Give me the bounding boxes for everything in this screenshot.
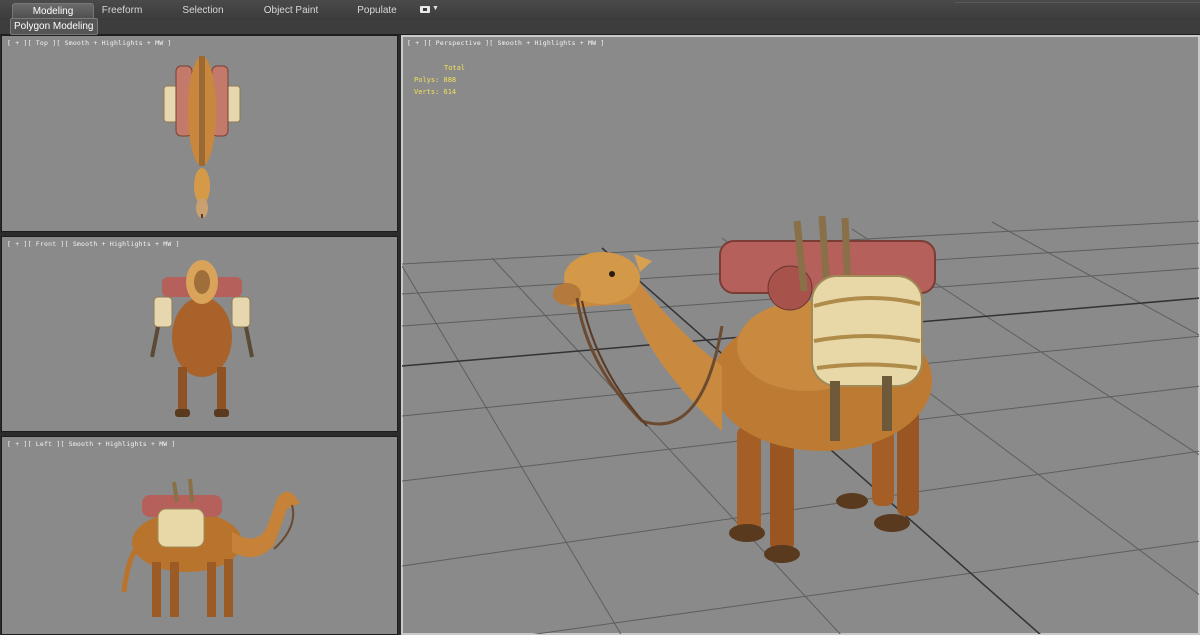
ribbon-divider [955, 2, 1200, 3]
display-icon [420, 6, 430, 13]
stats-verts: Verts: 614 [414, 88, 457, 96]
camel-left-view [121, 478, 300, 617]
viewport-top[interactable]: [ + ][ Top ][ Smooth + Highlights + MW ] [1, 35, 398, 232]
camel-front-view [150, 260, 254, 417]
stats-header: Total [444, 64, 466, 72]
ribbon-tab-bar: Modeling Freeform Selection Object Paint… [0, 0, 1200, 21]
viewport-perspective[interactable]: [ + ][ Perspective ][ Smooth + Highlight… [401, 35, 1200, 635]
viewport-perspective-label[interactable]: [ + ][ Perspective ][ Smooth + Highlight… [407, 39, 604, 47]
tab-populate[interactable]: Populate [350, 3, 404, 19]
ribbon-panel: Polygon Modeling [0, 18, 1200, 35]
display-options-icon[interactable]: ▼ [420, 4, 439, 16]
perspective-scene [402, 215, 1199, 634]
viewport-left[interactable]: [ + ][ Left ][ Smooth + Highlights + MW … [1, 436, 398, 635]
polygon-modeling-panel-button[interactable]: Polygon Modeling [10, 18, 98, 35]
statistics-overlay: Total Polys: 888 Verts: 614 [414, 62, 465, 98]
tab-freeform[interactable]: Freeform [92, 3, 152, 19]
camel-top-view [163, 56, 241, 218]
chevron-down-icon: ▼ [432, 5, 439, 12]
viewport-front[interactable]: [ + ][ Front ][ Smooth + Highlights + MW… [1, 236, 398, 432]
stats-polys: Polys: 888 [414, 76, 457, 84]
tab-selection[interactable]: Selection [172, 3, 234, 19]
camel-model [553, 215, 936, 563]
tab-object-paint[interactable]: Object Paint [258, 3, 324, 19]
